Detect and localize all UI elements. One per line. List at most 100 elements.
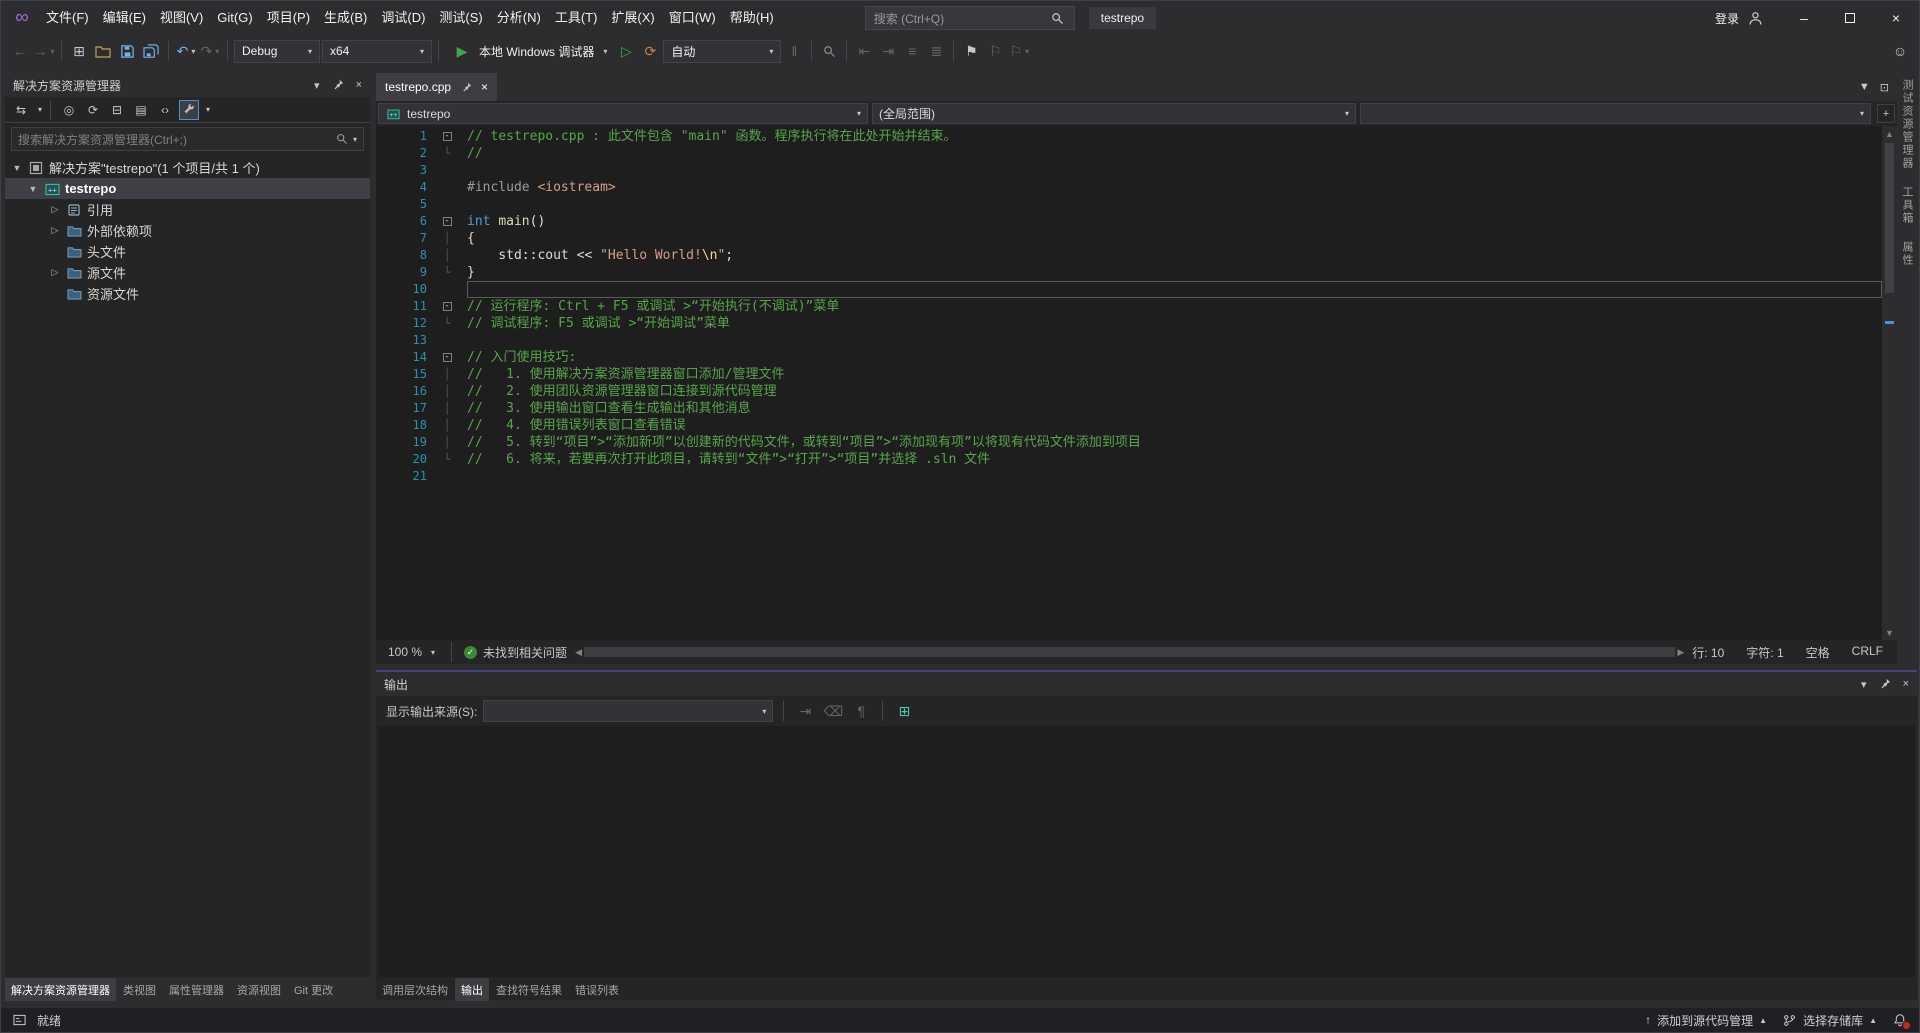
line-number[interactable]: 12 <box>376 315 427 332</box>
code-text[interactable]: // 调试程序: F5 或调试 >“开始调试”菜单 <box>467 315 1882 332</box>
code-text[interactable]: #include <iostream> <box>467 179 1882 196</box>
menu-build[interactable]: 生成(B) <box>317 1 374 35</box>
menu-view[interactable]: 视图(V) <box>153 1 210 35</box>
code-text[interactable]: // 4. 使用错误列表窗口查看错误 <box>467 417 1882 434</box>
code-text[interactable]: // 2. 使用团队资源管理器窗口连接到源代码管理 <box>467 383 1882 400</box>
panel-tab-solution-explorer[interactable]: 解决方案资源管理器 <box>5 978 116 1001</box>
line-number[interactable]: 14 <box>376 349 427 366</box>
code-line[interactable]: 10 <box>376 281 1882 298</box>
code-line[interactable]: 5 <box>376 196 1882 213</box>
menu-edit[interactable]: 编辑(E) <box>96 1 153 35</box>
undo-icon[interactable]: ↶▾ <box>175 39 197 63</box>
toggle-bookmark-icon[interactable]: ⚑ <box>960 39 982 63</box>
tree-row-references[interactable]: ▷ 引用 <box>5 199 370 220</box>
float-window-icon[interactable]: ⊡ <box>1880 81 1889 94</box>
code-text[interactable]: // 5. 转到“项目”>“添加新项”以创建新的代码文件，或转到“项目”>“添加… <box>467 434 1882 451</box>
start-without-debugging-icon[interactable]: ▷ <box>615 39 637 63</box>
panel-tab-call-hierarchy[interactable]: 调用层次结构 <box>376 978 454 1001</box>
code-text[interactable]: } <box>467 264 1882 281</box>
fold-toggle-icon[interactable]: - <box>427 349 467 366</box>
code-text[interactable] <box>467 332 1882 349</box>
properties-icon[interactable] <box>179 100 199 120</box>
line-number[interactable]: 18 <box>376 417 427 434</box>
chevron-down-icon[interactable]: ▾ <box>603 47 607 56</box>
menu-debug[interactable]: 调试(D) <box>374 1 432 35</box>
code-line[interactable]: 4#include <iostream> <box>376 179 1882 196</box>
panel-tab-error-list[interactable]: 错误列表 <box>569 978 625 1001</box>
code-line[interactable]: 7│{ <box>376 230 1882 247</box>
eol-indicator[interactable]: CRLF <box>1852 644 1883 661</box>
panel-tab-output[interactable]: 输出 <box>455 978 489 1001</box>
find-in-files-icon[interactable] <box>818 39 840 63</box>
member-scope-combo[interactable]: ▾ <box>1360 103 1871 124</box>
line-number[interactable]: 20 <box>376 451 427 468</box>
close-button[interactable]: × <box>1873 1 1919 35</box>
vertical-scrollbar[interactable]: ▲ ▼ <box>1882 126 1897 640</box>
line-number[interactable]: 1 <box>376 128 427 145</box>
code-editor[interactable]: 1-// testrepo.cpp : 此文件包含 "main" 函数。程序执行… <box>376 126 1897 640</box>
line-number[interactable]: 19 <box>376 434 427 451</box>
menu-file[interactable]: 文件(F) <box>39 1 96 35</box>
menu-tools[interactable]: 工具(T) <box>548 1 605 35</box>
code-line[interactable]: 1-// testrepo.cpp : 此文件包含 "main" 函数。程序执行… <box>376 128 1882 145</box>
solution-configuration-combo[interactable]: Debug▾ <box>234 40 320 63</box>
navigate-forward-icon[interactable]: →▾ <box>33 39 55 63</box>
project-scope-combo[interactable]: ++ testrepo ▾ <box>378 103 868 124</box>
line-number[interactable]: 16 <box>376 383 427 400</box>
code-line[interactable]: 2└// <box>376 145 1882 162</box>
output-content[interactable] <box>378 726 1915 977</box>
auto-hide-tab-toolbox[interactable]: 工具箱 <box>1899 186 1915 225</box>
document-tab-testrepo-cpp[interactable]: testrepo.cpp × <box>376 73 497 101</box>
expander-icon[interactable]: ▼ <box>11 163 23 173</box>
code-line[interactable]: 6-int main() <box>376 213 1882 230</box>
menu-help[interactable]: 帮助(H) <box>723 1 781 35</box>
sign-in-link[interactable]: 登录 <box>1715 10 1739 27</box>
feedback-icon[interactable]: ☺ <box>1889 39 1911 63</box>
select-repository-button[interactable]: 选择存储库 ▲ <box>1781 1012 1877 1029</box>
chevron-down-icon[interactable]: ▾ <box>206 105 210 114</box>
expander-icon[interactable]: ▷ <box>49 204 61 215</box>
break-all-icon[interactable]: ‖ <box>783 39 805 63</box>
background-tasks-icon[interactable] <box>11 1012 27 1028</box>
panel-tab-git-changes[interactable]: Git 更改 <box>288 978 339 1001</box>
word-wrap-icon[interactable]: ¶ <box>850 699 872 723</box>
code-text[interactable] <box>467 162 1882 179</box>
new-project-icon[interactable]: ⊞ <box>68 39 90 63</box>
code-text[interactable]: // 3. 使用输出窗口查看生成输出和其他消息 <box>467 400 1882 417</box>
auto-hide-tab-test-explorer[interactable]: 测试资源管理器 <box>1899 79 1915 170</box>
chevron-down-icon[interactable]: ▾ <box>353 135 357 144</box>
column-indicator[interactable]: 字符: 1 <box>1746 644 1783 661</box>
chevron-down-icon[interactable]: ▾ <box>38 105 42 114</box>
panel-tab-find-symbol-results[interactable]: 查找符号结果 <box>490 978 568 1001</box>
clear-all-icon[interactable]: ⌫ <box>822 699 844 723</box>
show-all-files-icon[interactable]: ▤ <box>131 100 151 120</box>
scroll-down-icon[interactable]: ▼ <box>1885 625 1894 640</box>
code-line[interactable]: 19│// 5. 转到“项目”>“添加新项”以创建新的代码文件，或转到“项目”>… <box>376 434 1882 451</box>
tree-row-header-files[interactable]: 头文件 <box>5 241 370 262</box>
fold-toggle-icon[interactable]: - <box>427 128 467 145</box>
menu-project[interactable]: 项目(P) <box>260 1 317 35</box>
panel-tab-resource-view[interactable]: 资源视图 <box>231 978 287 1001</box>
window-position-icon[interactable]: ▾ <box>1861 678 1867 691</box>
navigate-backward-icon[interactable]: ← <box>9 39 31 63</box>
pin-icon[interactable] <box>458 79 474 95</box>
hot-reload-icon[interactable]: ⟳ <box>639 39 661 63</box>
tree-row-solution[interactable]: ▼ 解决方案"testrepo"(1 个项目/共 1 个) <box>5 157 370 178</box>
next-bookmark-icon[interactable]: ⚐▾ <box>1008 39 1030 63</box>
auto-combo[interactable]: 自动▾ <box>663 40 781 63</box>
menu-test[interactable]: 测试(S) <box>432 1 489 35</box>
panel-tab-class-view[interactable]: 类视图 <box>117 978 162 1001</box>
increase-indent-icon[interactable]: ⇥ <box>877 39 899 63</box>
maximize-button[interactable] <box>1827 1 1873 35</box>
open-in-new-window-icon[interactable]: ⊞ <box>893 699 915 723</box>
code-text[interactable] <box>467 281 1882 298</box>
code-text[interactable] <box>467 196 1882 213</box>
window-position-icon[interactable]: ▾ <box>314 79 320 92</box>
notifications-bell-icon[interactable] <box>1891 1011 1909 1029</box>
code-line[interactable]: 12└// 调试程序: F5 或调试 >“开始调试”菜单 <box>376 315 1882 332</box>
line-number[interactable]: 9 <box>376 264 427 281</box>
save-all-icon[interactable] <box>140 39 162 63</box>
save-icon[interactable] <box>116 39 138 63</box>
menu-extensions[interactable]: 扩展(X) <box>604 1 661 35</box>
code-text[interactable]: // 6. 将来，若要再次打开此项目，请转到“文件”>“打开”>“项目”并选择 … <box>467 451 1882 468</box>
